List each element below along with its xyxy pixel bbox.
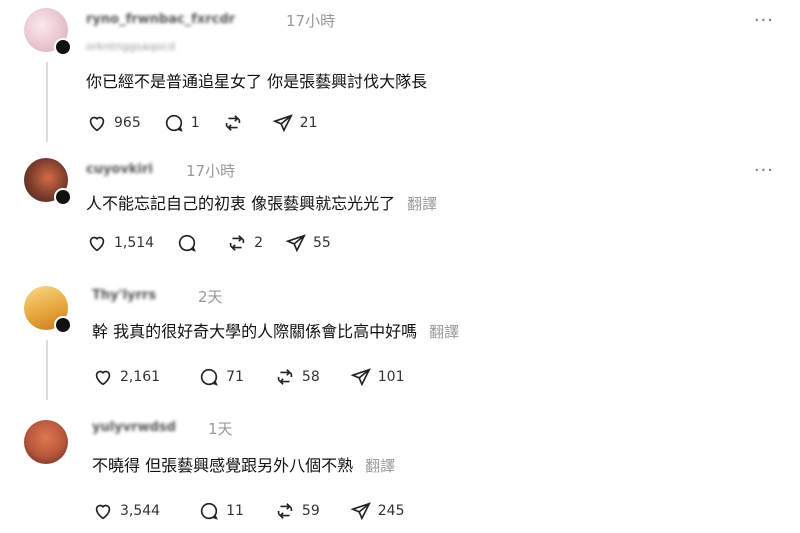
share-button[interactable]: 101 — [350, 366, 405, 388]
reply-button[interactable] — [176, 232, 204, 254]
thread-line — [46, 340, 48, 400]
post-text: 幹 我真的很好奇大學的人際關係會比高中好嗎 翻譯 — [92, 318, 459, 342]
like-button[interactable]: 965 — [86, 112, 141, 134]
send-icon — [285, 234, 306, 253]
reply-post-2: cuyovkiri 17小時 ··· 人不能忘記自己的初衷 像張藝興就忘光光了翻… — [0, 150, 800, 270]
like-button[interactable]: 2,161 — [92, 366, 160, 388]
follow-badge-icon[interactable] — [54, 316, 72, 334]
share-count: 21 — [299, 115, 318, 131]
repost-button[interactable]: 58 — [274, 366, 320, 388]
repost-button[interactable]: 59 — [274, 500, 320, 522]
repost-icon — [277, 503, 293, 519]
action-bar: 1,514 2 55 — [86, 232, 353, 254]
follow-badge-icon[interactable] — [54, 188, 72, 206]
like-count: 1,514 — [114, 235, 155, 251]
like-count: 2,161 — [120, 369, 161, 385]
comment-icon — [165, 114, 183, 132]
username[interactable]: cuyovkiri — [86, 162, 153, 177]
follow-badge-icon[interactable] — [54, 38, 72, 56]
thread-line — [46, 62, 48, 142]
comment-icon — [200, 502, 218, 520]
comment-icon — [178, 234, 196, 252]
reply-post-1: ryno_frwnbac_fxrcdr 17小時 orkntnggsaqocd … — [0, 0, 800, 150]
post-time: 17小時 — [286, 12, 336, 30]
post-text-content: 幹 我真的很好奇大學的人際關係會比高中好嗎 — [92, 322, 418, 341]
share-count: 55 — [313, 235, 331, 251]
comment-icon — [200, 368, 218, 386]
post-text: 你已經不是普通追星女了 你是張藝興討伐大隊長 — [86, 72, 428, 91]
post-time: 2天 — [198, 288, 223, 306]
repost-icon — [225, 115, 240, 131]
repost-count: 59 — [301, 503, 320, 519]
sub-handle: orkntnggsaqocd — [86, 40, 176, 53]
post-time: 17小時 — [186, 162, 236, 180]
username[interactable]: Thy'lyrrs — [92, 288, 156, 303]
heart-icon — [95, 504, 111, 520]
reply-button[interactable]: 11 — [198, 500, 244, 522]
action-bar: 3,544 11 59 245 — [92, 500, 426, 522]
repost-icon — [277, 369, 293, 385]
reply-button[interactable]: 1 — [163, 112, 200, 134]
send-icon — [272, 114, 293, 133]
repost-count: 58 — [301, 369, 320, 385]
reply-count: 1 — [190, 115, 200, 131]
heart-icon — [89, 236, 105, 252]
translate-link[interactable]: 翻譯 — [429, 323, 459, 341]
reply-count: 11 — [226, 503, 244, 519]
reply-post-4: yulyvrwdsd 1天 不曉得 但張藝興感覺跟另外八個不熟 翻譯 3,544 … — [0, 412, 800, 533]
repost-button[interactable]: 2 — [226, 232, 263, 254]
like-count: 965 — [114, 115, 141, 131]
post-text-content: 不曉得 但張藝興感覺跟另外八個不熟 — [92, 456, 354, 475]
username[interactable]: ryno_frwnbac_fxrcdr — [86, 12, 235, 27]
like-count: 3,544 — [120, 503, 161, 519]
heart-icon — [95, 370, 111, 386]
share-button[interactable]: 21 — [272, 112, 318, 134]
repost-button[interactable] — [222, 112, 250, 134]
action-bar: 2,161 71 58 101 — [92, 366, 426, 388]
post-text-content: 人不能忘記自己的初衷 像張藝興就忘光光了 — [86, 194, 396, 213]
post-text: 不曉得 但張藝興感覺跟另外八個不熟 翻譯 — [92, 452, 395, 476]
translate-link[interactable]: 翻譯 — [365, 457, 395, 475]
repost-count: 2 — [254, 235, 264, 251]
heart-icon — [89, 116, 105, 132]
reply-button[interactable]: 71 — [198, 366, 244, 388]
reply-post-3: Thy'lyrrs 2天 幹 我真的很好奇大學的人際關係會比高中好嗎 翻譯 2,1… — [0, 278, 800, 408]
more-options-button[interactable]: ··· — [754, 160, 774, 181]
like-button[interactable]: 3,544 — [92, 500, 160, 522]
avatar[interactable] — [24, 420, 68, 464]
send-icon — [350, 502, 371, 521]
share-count: 101 — [377, 369, 405, 385]
repost-icon — [229, 235, 245, 251]
action-bar: 965 1 21 — [86, 112, 339, 134]
post-text: 人不能忘記自己的初衷 像張藝興就忘光光了 翻譯 — [86, 190, 437, 214]
like-button[interactable]: 1,514 — [86, 232, 154, 254]
more-options-button[interactable]: ··· — [754, 10, 774, 31]
share-count: 245 — [377, 503, 405, 519]
reply-count: 71 — [226, 369, 244, 385]
post-time: 1天 — [208, 420, 233, 438]
send-icon — [350, 368, 371, 387]
share-button[interactable]: 55 — [285, 232, 331, 254]
share-button[interactable]: 245 — [350, 500, 405, 522]
username[interactable]: yulyvrwdsd — [92, 420, 176, 435]
translate-link[interactable]: 翻譯 — [407, 195, 437, 213]
